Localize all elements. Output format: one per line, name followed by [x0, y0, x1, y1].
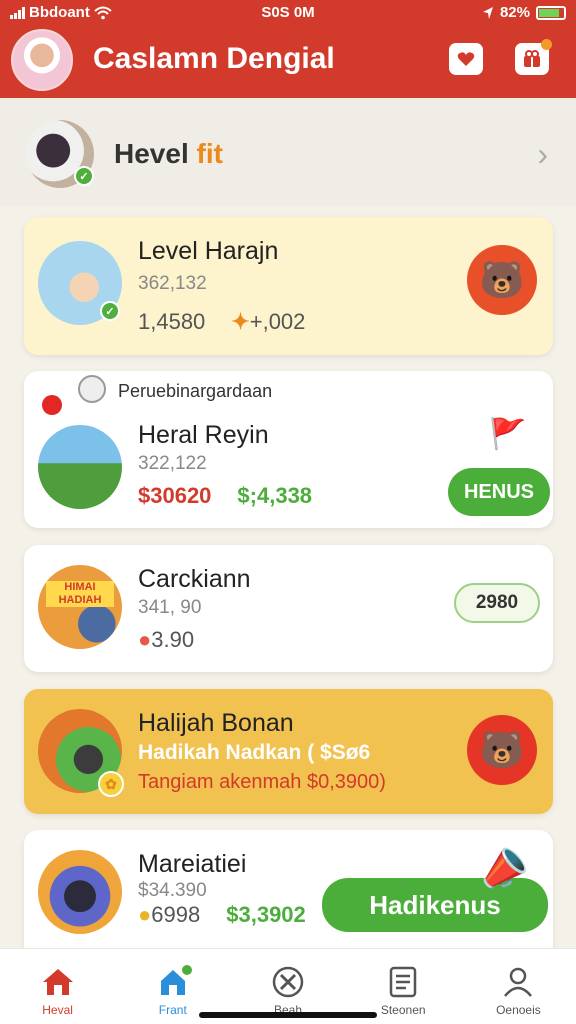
page-title: Caslamn Dengial	[93, 42, 335, 75]
status-bar: Bbdoant S0S 0M 82%	[0, 0, 576, 26]
favorites-button[interactable]	[449, 43, 483, 75]
card-subtitle: 322,122	[138, 453, 207, 474]
reward-card[interactable]: ✓ Level Harajn 362,132 1,4580 ✦+,002 🐻	[24, 217, 553, 355]
card-thumbnail	[38, 425, 122, 509]
home-indicator	[199, 1012, 377, 1018]
card-value-secondary: $3,3902	[226, 902, 306, 927]
coin-icon: ✿	[98, 771, 124, 797]
tab-label: Frant	[158, 1003, 187, 1017]
points-button[interactable]: 2980	[454, 583, 540, 623]
tab-label: Oenoeis	[496, 1003, 541, 1017]
app-header: Caslamn Dengial	[0, 26, 576, 98]
card-subtitle: 362,132	[138, 273, 207, 294]
check-badge-icon: ✓	[74, 166, 94, 186]
notification-dot	[541, 39, 552, 50]
card-label: Peruebinargardaan	[118, 381, 273, 401]
pin-icon	[42, 395, 62, 415]
flag-icon: 🚩	[489, 418, 527, 451]
card-value-secondary-text: +,002	[249, 309, 306, 334]
card-title: Carckiann	[138, 565, 251, 593]
card-title: Heral Reyin	[138, 421, 269, 449]
reward-card-highlighted[interactable]: ✿ Halijah Bonan Hadikah Nadkan ( $Sø6 Ta…	[24, 689, 553, 814]
card-value-primary: ●6998	[138, 902, 201, 927]
reward-card[interactable]: Peruebinargardaan Heral Reyin 322,122 $3…	[24, 371, 553, 528]
profile-name-accent: fit	[196, 138, 223, 169]
check-badge-icon: ✓	[100, 301, 120, 321]
avatar-small	[78, 375, 106, 403]
card-values: $30620 $;4,338	[138, 483, 312, 509]
card-subtitle: $34.390	[138, 880, 207, 901]
card-values: ●6998 $3,3902	[138, 902, 306, 928]
tools-icon	[272, 966, 304, 998]
battery-percent: 82%	[499, 4, 530, 21]
card-values: Tangiam akenmah $0,3900)	[138, 771, 386, 794]
tab-profile[interactable]: Oenoeis	[461, 949, 576, 1024]
gift-icon	[524, 50, 540, 67]
location-icon	[482, 6, 493, 19]
card-thumbnail: HIMAI HADIAH	[38, 565, 122, 649]
card-values: 1,4580 ✦+,002	[138, 309, 305, 335]
card-value-primary-text: 6998	[151, 902, 201, 927]
card-value-secondary: ✦+,002	[231, 309, 306, 334]
card-value-secondary: $;4,338	[237, 483, 313, 508]
card-values: ●3.90	[138, 627, 194, 653]
card-value-primary: $30620	[138, 483, 212, 508]
card-subtitle: Hadikah Nadkan ( $Sø6	[138, 741, 371, 764]
chevron-right-icon[interactable]: ›	[537, 136, 548, 173]
notification-dot	[181, 965, 192, 975]
profile-name: Hevel fit	[114, 138, 223, 170]
reward-card[interactable]: Mareiatiei $34.390 ●6998 $3,3902 Hadiken…	[24, 830, 553, 960]
card-value-primary-text: 3.90	[151, 627, 195, 652]
user-icon	[504, 967, 533, 997]
card-title: Halijah Bonan	[138, 709, 294, 737]
card-title: Level Harajn	[138, 237, 279, 265]
thumb-text: HIMAI HADIAH	[46, 581, 114, 607]
list-icon	[389, 966, 417, 998]
profile-row[interactable]: ✓ Hevel fit ›	[0, 98, 576, 206]
tab-label: Heval	[42, 1003, 73, 1017]
mascot-icon: 🐻	[467, 715, 537, 785]
tab-home[interactable]: Heval	[0, 949, 115, 1024]
card-subtitle: 341, 90	[138, 597, 202, 618]
card-thumbnail	[38, 850, 122, 934]
gift-button[interactable]	[515, 39, 552, 75]
home-icon	[42, 969, 73, 995]
mascot-icon: 🐻	[467, 245, 537, 315]
bonus-button[interactable]: HENUS	[448, 468, 550, 516]
heart-icon	[457, 52, 475, 66]
reward-card[interactable]: HIMAI HADIAH Carckiann 341, 90 ●3.90 298…	[24, 545, 553, 672]
card-value-primary: 1,4580	[138, 309, 206, 334]
user-avatar[interactable]	[11, 29, 73, 91]
card-title: Mareiatiei	[138, 850, 247, 878]
card-value-primary: ●3.90	[138, 627, 195, 652]
card-value-primary: Tangiam akenmah $0,3900)	[138, 771, 386, 793]
profile-name-main: Hevel	[114, 138, 189, 169]
battery-icon	[536, 5, 566, 20]
tab-label: Steonen	[380, 1003, 426, 1017]
